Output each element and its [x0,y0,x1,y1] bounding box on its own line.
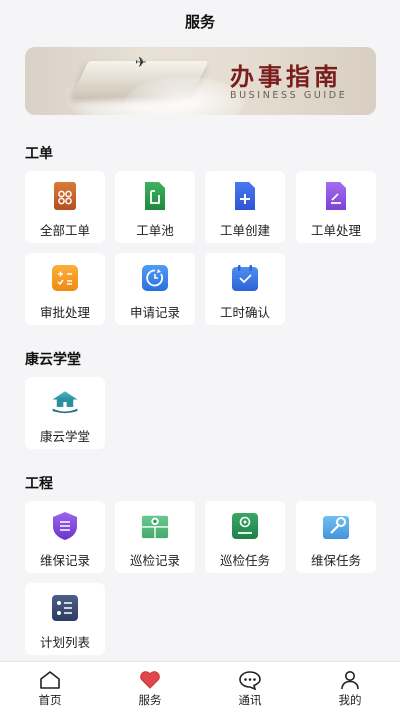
all-orders-icon [51,181,79,211]
home-icon [40,671,60,689]
inspection-task-icon [231,511,259,541]
tile-label: 工时确认 [219,305,270,320]
tab-label: 首页 [38,693,62,707]
tab-label: 通讯 [238,693,262,707]
tile-label: 巡检记录 [129,553,180,568]
tile-label: 计划列表 [39,635,90,650]
create-order-icon [231,181,259,211]
page-title: 服务 [184,12,215,31]
tile-academy[interactable]: 康云学堂 [25,377,105,449]
tab-label: 服务 [138,693,162,707]
banner-subtitle: BUSINESS GUIDE [230,90,348,101]
tile-all-orders[interactable]: 全部工单 [25,171,105,243]
banner-title: 办事指南 [230,62,342,91]
tile-maintenance-task[interactable]: 维保任务 [296,501,376,573]
business-guide-banner[interactable]: ✈ 办事指南 BUSINESS GUIDE [25,47,376,115]
tab-mine[interactable]: 我的 [300,662,400,711]
chat-icon [239,671,261,690]
section-title-academy: 康云学堂 [25,352,81,368]
maintenance-task-icon [322,511,350,541]
tile-label: 工单创建 [219,223,270,238]
top-bar: 服务 [0,0,400,42]
tile-work-hours[interactable]: 工时确认 [205,253,285,325]
tile-label: 工单处理 [310,223,361,238]
tab-home[interactable]: 首页 [0,662,100,711]
work-hours-icon [231,263,259,293]
tile-inspection-record[interactable]: 巡检记录 [115,501,195,573]
process-order-icon [322,181,350,211]
tile-label: 申请记录 [129,305,180,320]
plan-list-icon [51,593,79,623]
maintenance-record-icon [51,511,79,541]
bottom-tab-bar: 首页 服务 通讯 我的 [0,661,400,711]
section-title-orders: 工单 [25,146,53,162]
tile-label: 维保记录 [39,553,90,568]
tile-process-order[interactable]: 工单处理 [296,171,376,243]
tile-label: 康云学堂 [39,429,90,444]
tile-create-order[interactable]: 工单创建 [205,171,285,243]
tab-contacts[interactable]: 通讯 [200,662,300,711]
academy-icon [51,387,79,417]
tile-order-pool[interactable]: 工单池 [115,171,195,243]
section-title-engineering: 工程 [25,476,53,492]
tile-approval[interactable]: 审批处理 [25,253,105,325]
tile-label: 巡检任务 [219,553,270,568]
tile-plan-list[interactable]: 计划列表 [25,583,105,655]
application-record-icon [141,263,169,293]
user-icon [341,671,359,690]
tile-application-record[interactable]: 申请记录 [115,253,195,325]
tile-label: 工单池 [136,223,174,238]
tab-service[interactable]: 服务 [100,662,200,711]
approval-icon [51,263,79,293]
tab-label: 我的 [338,693,362,707]
tile-label: 审批处理 [39,305,90,320]
airplane-icon: ✈ [135,55,147,71]
inspection-record-icon [141,511,169,541]
tile-inspection-task[interactable]: 巡检任务 [205,501,285,573]
tile-maintenance-record[interactable]: 维保记录 [25,501,105,573]
heart-icon [140,671,160,689]
order-pool-icon [141,181,169,211]
tile-label: 全部工单 [39,223,90,238]
tile-label: 维保任务 [310,553,361,568]
